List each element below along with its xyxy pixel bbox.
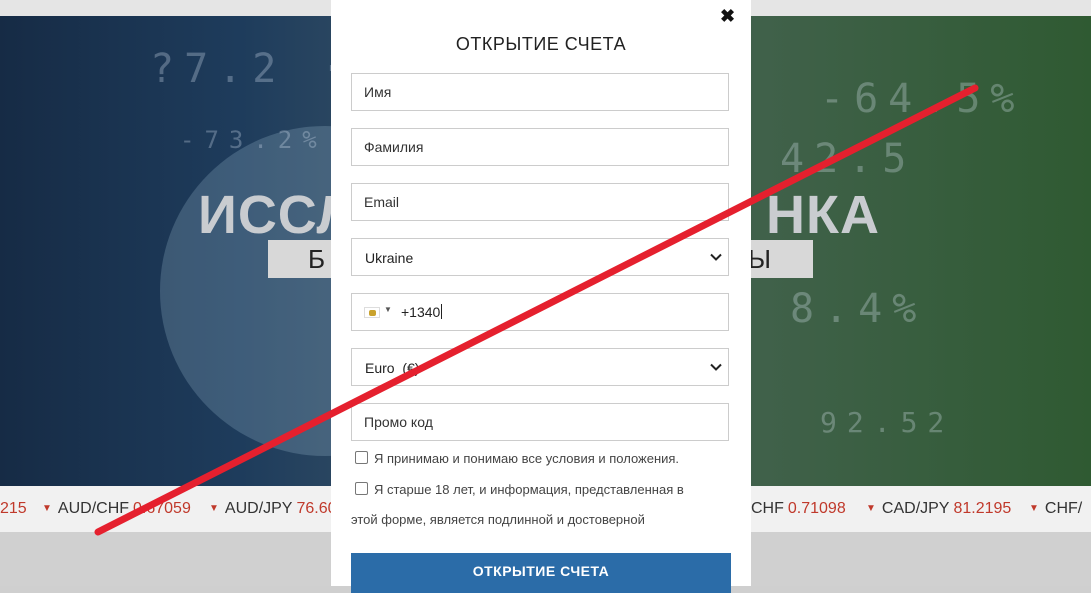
hero-subtitle-left: Б bbox=[308, 244, 326, 274]
ticker-item: ▼ AUD/JPY 76.60 bbox=[209, 500, 337, 517]
phone-input[interactable]: +1340 bbox=[401, 304, 442, 320]
currency-select[interactable]: Euro (€) bbox=[351, 348, 729, 386]
age-checkbox-row[interactable]: Я старше 18 лет, и информация, представл… bbox=[355, 482, 684, 497]
country-select[interactable]: Ukraine bbox=[351, 238, 729, 276]
caret-down-icon[interactable]: ▼ bbox=[384, 305, 392, 314]
hero-subtitle-right: Ы bbox=[748, 244, 772, 274]
ticker-item: ▼ CHF/ bbox=[1029, 500, 1083, 517]
email-input[interactable] bbox=[352, 184, 728, 220]
hero-decoration: 92.52 bbox=[820, 406, 955, 439]
down-arrow-icon: ▼ bbox=[42, 503, 52, 515]
ticker-item: CHF 0.71098 bbox=[751, 500, 846, 517]
age-label: Я старше 18 лет, и информация, представл… bbox=[374, 482, 684, 497]
down-arrow-icon: ▼ bbox=[1029, 503, 1039, 515]
promo-field bbox=[351, 403, 729, 441]
hero-title-right: НКА bbox=[766, 185, 880, 245]
hero-decoration: -64.5% bbox=[820, 76, 1025, 122]
chevron-down-icon bbox=[710, 363, 722, 371]
ticker-item: ▼ AUD/CHF 0.67059 bbox=[42, 500, 191, 517]
terms-label: Я принимаю и понимаю все условия и полож… bbox=[374, 451, 680, 466]
phone-field[interactable]: ▼ +1340 bbox=[351, 293, 729, 331]
ticker-item: 215 bbox=[0, 500, 27, 517]
last-name-input[interactable] bbox=[352, 129, 728, 165]
age-label-continued: этой форме, является подлинной и достове… bbox=[351, 512, 645, 527]
ticker-item: ▼ CAD/JPY 81.2195 bbox=[866, 500, 1012, 517]
email-field bbox=[351, 183, 729, 221]
currency-selected-value: Euro (€) bbox=[365, 360, 420, 376]
last-name-field bbox=[351, 128, 729, 166]
country-flag-icon[interactable] bbox=[364, 307, 380, 318]
open-account-button[interactable]: ОТКРЫТИЕ СЧЕТА bbox=[351, 553, 731, 593]
hero-decoration: 42.5 bbox=[780, 136, 917, 182]
first-name-field bbox=[351, 73, 729, 111]
down-arrow-icon: ▼ bbox=[209, 503, 219, 515]
promo-code-input[interactable] bbox=[352, 404, 728, 440]
country-selected-value: Ukraine bbox=[365, 250, 414, 266]
hero-decoration: 8.4% bbox=[790, 286, 927, 332]
age-checkbox[interactable] bbox=[355, 482, 368, 495]
terms-checkbox[interactable] bbox=[355, 451, 368, 464]
hero-decoration: -73.2% bbox=[180, 126, 327, 154]
chevron-down-icon bbox=[710, 253, 722, 261]
down-arrow-icon: ▼ bbox=[866, 503, 876, 515]
terms-checkbox-row[interactable]: Я принимаю и понимаю все условия и полож… bbox=[355, 451, 679, 466]
close-icon[interactable]: ✖ bbox=[720, 6, 735, 27]
modal-title: ОТКРЫТИЕ СЧЕТА bbox=[455, 34, 627, 54]
first-name-input[interactable] bbox=[352, 74, 728, 110]
account-signup-modal: ✖ ОТКРЫТИЕ СЧЕТА Ukraine ▼ +1340 Euro (€… bbox=[331, 0, 751, 593]
